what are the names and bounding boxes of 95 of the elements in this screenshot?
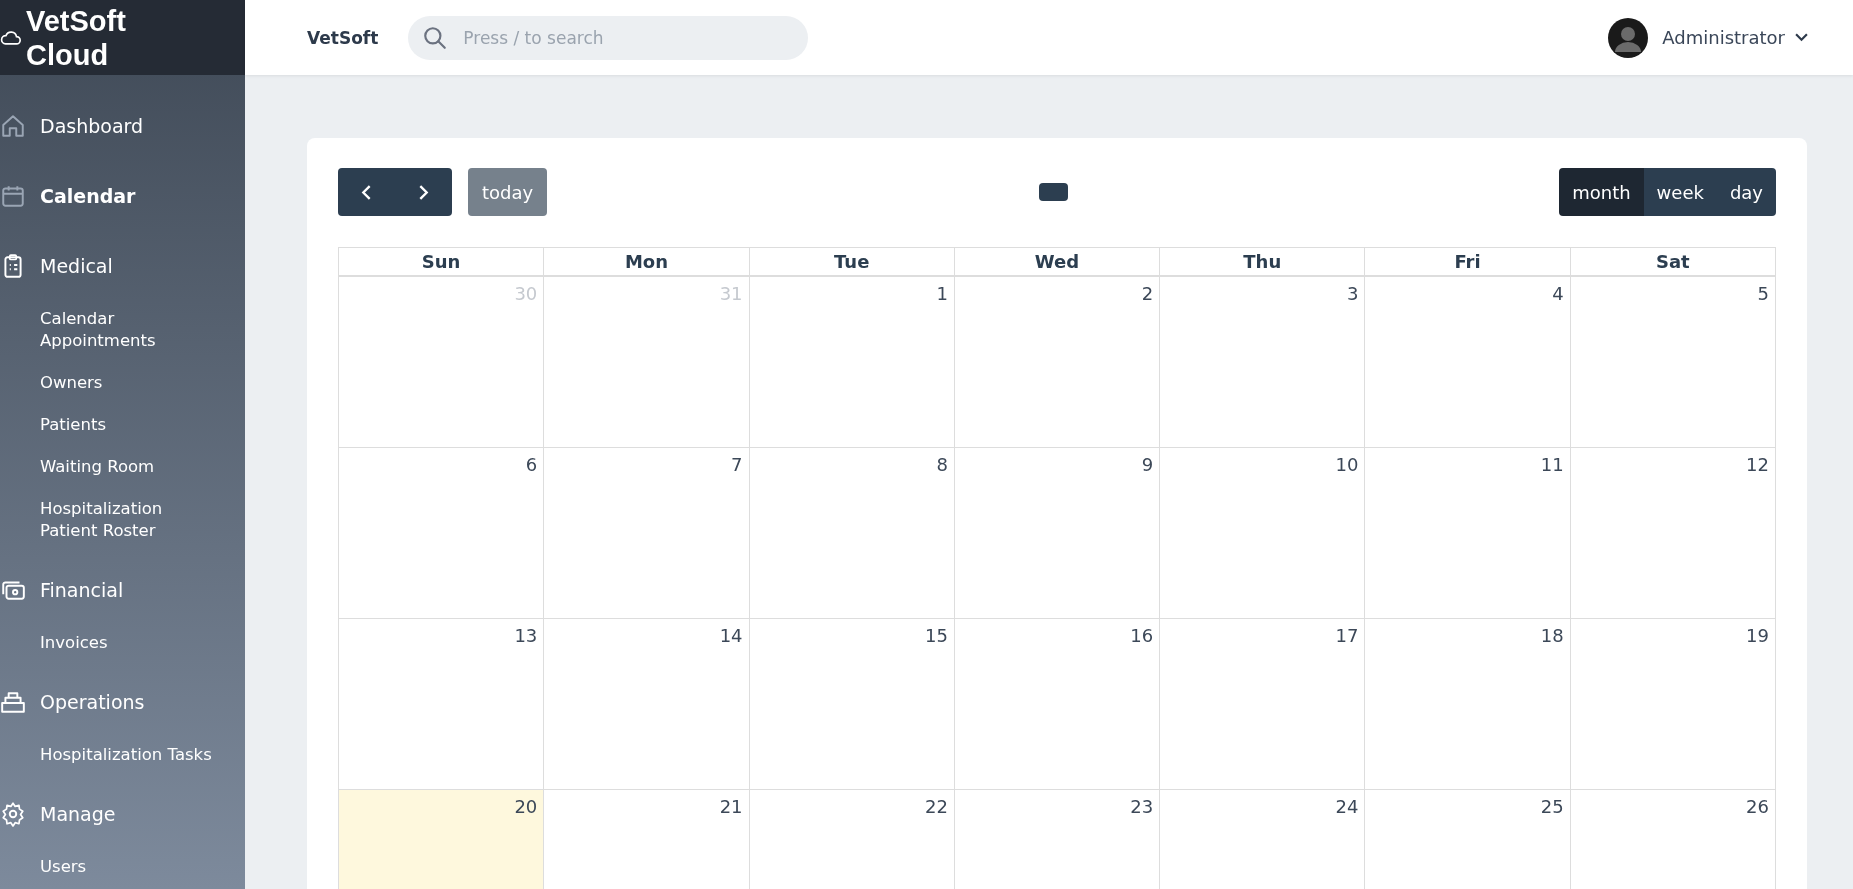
day-number: 9: [1141, 454, 1154, 475]
day-cell[interactable]: 19: [1570, 619, 1776, 790]
weekday-header: Wed: [954, 248, 1161, 277]
day-number: 17: [1335, 625, 1359, 646]
day-cell[interactable]: 16: [954, 619, 1161, 790]
view-tab[interactable]: month: [1559, 168, 1644, 216]
day-number: 15: [924, 625, 948, 646]
search-field[interactable]: Press / to search: [408, 15, 809, 60]
view-tab[interactable]: day: [1716, 168, 1776, 216]
weekday-header: Fri: [1365, 248, 1571, 277]
cloud-icon: [0, 29, 22, 46]
day-number: 5: [1757, 283, 1769, 304]
brand-name: VetSoft Cloud: [26, 3, 126, 72]
title-placeholder: [1038, 183, 1068, 201]
day-number: 16: [1130, 625, 1154, 646]
calendar-icon: [0, 183, 26, 209]
app-name: VetSoft: [307, 27, 379, 48]
nav-item[interactable]: Dashboard: [0, 98, 245, 154]
day-cell[interactable]: 10: [1160, 448, 1366, 619]
weekday-header: Sat: [1570, 248, 1776, 277]
day-cell[interactable]: 3: [1160, 277, 1366, 448]
day-number: 6: [525, 454, 538, 475]
weekday-header: Mon: [544, 248, 750, 277]
weekday-header: Tue: [749, 248, 955, 277]
nav-subitem[interactable]: Owners: [40, 372, 215, 394]
day-cell[interactable]: 8: [749, 448, 955, 619]
next-button[interactable]: [395, 168, 452, 216]
nav-subitem[interactable]: Waiting Room: [40, 456, 215, 478]
settings-icon: [0, 801, 26, 827]
day-number: 7: [731, 454, 743, 475]
chevron-down-icon: [1795, 33, 1808, 42]
day-number: 19: [1746, 625, 1769, 646]
weekday-header: Thu: [1160, 248, 1366, 277]
weekday-header: Sun: [339, 248, 545, 277]
day-cell[interactable]: 17: [1160, 619, 1366, 790]
day-number: 26: [1746, 796, 1769, 817]
day-cell[interactable]: 25: [1365, 790, 1571, 889]
day-number: 30: [514, 283, 538, 304]
day-number: 8: [936, 454, 948, 475]
chevron-right-icon: [418, 183, 429, 201]
day-cell[interactable]: 9: [954, 448, 1161, 619]
nav-item[interactable]: Operations: [0, 674, 245, 730]
nav-subitem[interactable]: Invoices: [40, 632, 215, 654]
day-number: 23: [1130, 796, 1154, 817]
day-cell[interactable]: 4: [1365, 277, 1571, 448]
day-cell[interactable]: 15: [749, 619, 955, 790]
day-number: 10: [1335, 454, 1359, 475]
previous-button[interactable]: [338, 168, 395, 216]
user-menu[interactable]: Administrator: [1662, 27, 1808, 48]
nav-subitem[interactable]: Hospitalization Patient Roster: [40, 498, 215, 542]
day-cell[interactable]: 21: [544, 790, 750, 889]
today-button[interactable]: today: [468, 168, 547, 216]
day-number: 2: [1141, 283, 1154, 304]
day-cell[interactable]: 6: [339, 448, 545, 619]
day-cell[interactable]: 5: [1570, 277, 1776, 448]
nav-subitem[interactable]: Calendar Appointments: [40, 308, 215, 352]
nav-item[interactable]: Financial: [0, 562, 245, 618]
day-cell[interactable]: 12: [1570, 448, 1776, 619]
day-number: 22: [924, 796, 948, 817]
day-number: 31: [719, 283, 743, 304]
day-cell[interactable]: 22: [749, 790, 955, 889]
day-number: 25: [1540, 796, 1564, 817]
day-number: 24: [1335, 796, 1359, 817]
day-cell[interactable]: 24: [1160, 790, 1366, 889]
view-tab[interactable]: week: [1643, 168, 1717, 216]
nav-subitem[interactable]: Users: [40, 856, 215, 878]
day-number: 11: [1540, 454, 1564, 475]
day-number: 1: [936, 283, 948, 304]
nav-subitem[interactable]: Hospitalization Tasks: [40, 744, 215, 766]
day-cell[interactable]: 2: [954, 277, 1161, 448]
avatar-icon: [1608, 17, 1649, 58]
day-cell[interactable]: 14: [544, 619, 750, 790]
day-cell[interactable]: 23: [954, 790, 1161, 889]
tray-icon: [0, 689, 26, 715]
day-number: 20: [514, 796, 538, 817]
search-icon: [422, 24, 449, 51]
day-cell[interactable]: 1: [749, 277, 955, 448]
home-icon: [0, 113, 26, 139]
day-number: 14: [719, 625, 743, 646]
nav-item[interactable]: Manage: [0, 786, 245, 842]
nav-item[interactable]: Calendar: [0, 168, 245, 224]
day-cell[interactable]: 26: [1570, 790, 1776, 889]
chevron-left-icon: [361, 183, 372, 201]
day-cell[interactable]: 18: [1365, 619, 1571, 790]
day-cell[interactable]: 20: [339, 790, 545, 889]
day-number: 4: [1552, 283, 1564, 304]
nav-item[interactable]: Medical: [0, 238, 245, 294]
nav-subitem[interactable]: Patients: [40, 414, 215, 436]
day-number: 3: [1346, 283, 1359, 304]
day-number: 21: [719, 796, 743, 817]
day-number: 12: [1746, 454, 1769, 475]
day-cell[interactable]: 11: [1365, 448, 1571, 619]
day-number: 18: [1540, 625, 1564, 646]
day-number: 13: [514, 625, 538, 646]
day-cell[interactable]: 7: [544, 448, 750, 619]
